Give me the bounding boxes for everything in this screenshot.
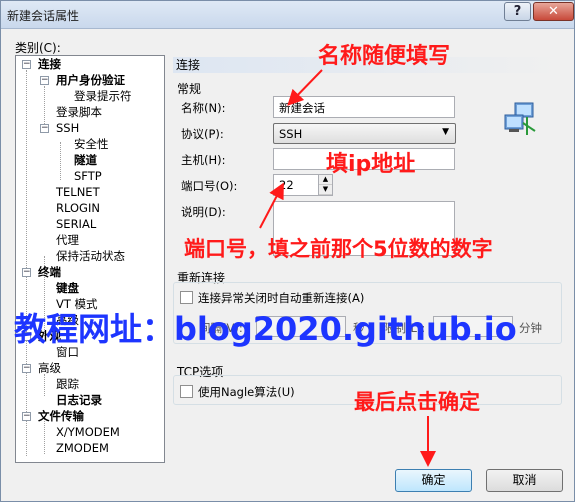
minutes-label: 分钟: [519, 321, 542, 335]
tree-item-terminal[interactable]: 终端: [38, 265, 61, 280]
tree-item-security[interactable]: 安全性: [74, 137, 109, 152]
network-computers-icon: [504, 102, 536, 135]
annotation-ok-hint: 最后点击确定: [354, 390, 480, 414]
title-bar: 新建会话属性 ? ✕: [1, 1, 574, 29]
collapse-connection-icon[interactable]: −: [22, 60, 31, 69]
annotation-ip-hint: 填ip地址: [326, 152, 416, 177]
tree-item-advanced[interactable]: 高级: [38, 361, 61, 376]
auto-reconnect-checkbox[interactable]: [180, 291, 193, 304]
tree-item-keyboard[interactable]: 键盘: [56, 281, 79, 296]
collapse-terminal-icon[interactable]: −: [22, 268, 31, 277]
tree-item-logging[interactable]: 日志记录: [56, 393, 102, 408]
tree-item-rlogin[interactable]: RLOGIN: [56, 201, 100, 216]
general-group-label: 常规: [177, 82, 202, 96]
category-label: 类别(C):: [15, 41, 61, 55]
tree-item-sftp[interactable]: SFTP: [74, 169, 102, 184]
help-button[interactable]: ?: [504, 2, 531, 21]
tree-item-telnet[interactable]: TELNET: [56, 185, 100, 200]
tree-item-zmodem[interactable]: ZMODEM: [56, 441, 109, 456]
tree-item-proxy[interactable]: 代理: [56, 233, 79, 248]
description-label: 说明(D):: [181, 205, 226, 219]
category-tree[interactable]: − 连接 − 用户身份验证 登录提示符 登录脚本 − SSH 安全性 隧道 SF…: [15, 55, 165, 463]
annotation-name-hint: 名称随便填写: [318, 44, 451, 69]
protocol-select[interactable]: SSH ▼: [273, 123, 456, 144]
collapse-advanced-icon[interactable]: −: [22, 364, 31, 373]
tree-item-trace[interactable]: 跟踪: [56, 377, 79, 392]
nagle-checkbox[interactable]: [180, 385, 193, 398]
cancel-button[interactable]: 取消: [486, 469, 563, 492]
collapse-file-transfer-icon[interactable]: −: [22, 412, 31, 421]
tree-item-ssh[interactable]: SSH: [56, 121, 79, 136]
host-label: 主机(H):: [181, 153, 226, 167]
window-title: 新建会话属性: [7, 9, 80, 23]
tree-item-xymodem[interactable]: X/YMODEM: [56, 425, 120, 440]
protocol-label: 协议(P):: [181, 127, 224, 141]
collapse-auth-icon[interactable]: −: [40, 76, 49, 85]
tree-item-tunnel[interactable]: 隧道: [74, 153, 97, 168]
tree-item-login-script[interactable]: 登录脚本: [56, 105, 102, 120]
ok-button[interactable]: 确定: [395, 469, 472, 492]
tree-item-serial[interactable]: SERIAL: [56, 217, 96, 232]
tree-item-keepalive[interactable]: 保持活动状态: [56, 249, 125, 264]
port-spinner[interactable]: ▲ ▼: [318, 175, 332, 195]
collapse-ssh-icon[interactable]: −: [40, 124, 49, 133]
tree-item-login-prompt[interactable]: 登录提示符: [74, 89, 132, 104]
annotation-port-hint: 端口号，填之前那个5位数的数字: [184, 237, 493, 261]
nagle-label: 使用Nagle算法(U): [198, 385, 295, 399]
close-button[interactable]: ✕: [533, 2, 574, 21]
tree-item-auth[interactable]: 用户身份验证: [56, 73, 125, 88]
name-label: 名称(N):: [181, 101, 226, 115]
port-value: 22: [279, 178, 294, 192]
watermark-url: 教程网址：blog2020.github.io: [14, 310, 517, 348]
protocol-value: SSH: [279, 127, 303, 141]
port-label: 端口号(O):: [181, 179, 238, 193]
dropdown-arrow-icon: ▼: [442, 127, 449, 137]
tree-item-file-transfer[interactable]: 文件传输: [38, 409, 84, 424]
name-field[interactable]: 新建会话: [273, 96, 455, 118]
tree-item-connection[interactable]: 连接: [38, 57, 61, 72]
port-field[interactable]: 22 ▲ ▼: [273, 174, 333, 196]
